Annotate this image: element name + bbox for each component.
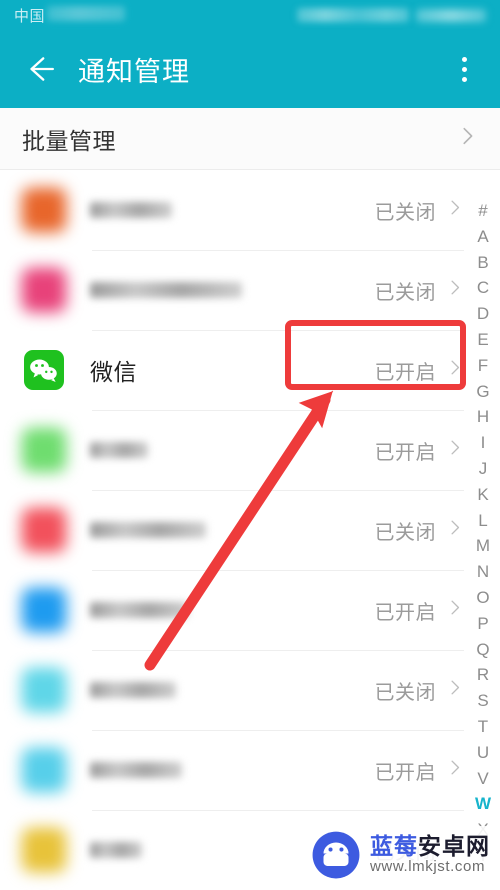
- back-arrow-icon[interactable]: [22, 52, 56, 86]
- alpha-index-letter-f[interactable]: F: [478, 353, 488, 379]
- app-list-row[interactable]: 已关闭: [0, 170, 500, 250]
- battery-clock-blurred: [416, 8, 486, 22]
- site-watermark: 蓝莓安卓网 www.lmkjst.com: [305, 826, 494, 884]
- app-list-row[interactable]: 已开启: [0, 570, 500, 650]
- app-name-blurred: [90, 602, 188, 618]
- app-list-row[interactable]: 已关闭: [0, 250, 500, 330]
- app-name-blurred: [90, 522, 206, 538]
- chevron-right-icon: [445, 678, 464, 702]
- alpha-index-letter-k[interactable]: K: [477, 482, 488, 508]
- status-bar: 中国: [0, 0, 500, 30]
- chevron-right-icon: [456, 125, 478, 152]
- chevron-right-icon: [445, 198, 464, 222]
- more-vertical-icon[interactable]: [450, 52, 478, 86]
- alpha-index-letter-r[interactable]: R: [477, 662, 489, 688]
- batch-management-row[interactable]: 批量管理: [0, 108, 500, 170]
- app-icon: [21, 587, 67, 633]
- alpha-index-letter-c[interactable]: C: [477, 275, 489, 301]
- chevron-right-icon: [445, 518, 464, 542]
- app-name-blurred: [90, 682, 176, 698]
- alpha-index-letter-v[interactable]: V: [477, 766, 488, 792]
- status-badge: 已关闭: [374, 521, 436, 544]
- alpha-index-letter-s[interactable]: S: [477, 688, 488, 714]
- app-name-blurred: [90, 282, 242, 298]
- app-list-row[interactable]: 已开启: [0, 410, 500, 490]
- status-bar-left: 中国: [14, 6, 126, 25]
- batch-management-label: 批量管理: [22, 127, 116, 154]
- alpha-index-letter-q[interactable]: Q: [476, 637, 489, 663]
- app-icon: [21, 427, 67, 473]
- alpha-index-letter-b[interactable]: B: [477, 250, 488, 276]
- chevron-right-icon: [445, 278, 464, 302]
- alpha-index-letter-n[interactable]: N: [477, 559, 489, 585]
- status-badge: 已关闭: [374, 201, 436, 224]
- app-list-row[interactable]: 已关闭: [0, 490, 500, 570]
- app-name-blurred: [90, 842, 142, 858]
- app-list-row[interactable]: 已关闭: [0, 650, 500, 730]
- alpha-index-letter-hash[interactable]: #: [478, 198, 487, 224]
- alpha-index-letter-i[interactable]: I: [481, 430, 486, 456]
- app-icon: [21, 667, 67, 713]
- app-name-blurred: [90, 442, 148, 458]
- app-name-blurred: [90, 762, 182, 778]
- chevron-right-icon: [445, 758, 464, 782]
- chevron-right-icon: [445, 358, 464, 382]
- alpha-index-letter-w[interactable]: W: [475, 791, 491, 817]
- app-icon: [21, 267, 67, 313]
- app-list-row[interactable]: 微信 已开启: [0, 330, 500, 410]
- alpha-index-letter-u[interactable]: U: [477, 740, 489, 766]
- alphabet-index-bar[interactable]: #ABCDEFGHIJKLMNOPQRSTUVWXY: [466, 198, 500, 865]
- alpha-index-letter-d[interactable]: D: [477, 301, 489, 327]
- watermark-text: 蓝莓安卓网 www.lmkjst.com: [370, 834, 490, 876]
- phone-screen: 中国 通知管理 批量管理 已关闭 已关闭 微信 已开启 已开启 已关闭 已开启 已关: [0, 0, 500, 890]
- app-icon: [21, 747, 67, 793]
- status-badge: 已开启: [374, 761, 436, 784]
- alpha-index-letter-g[interactable]: G: [476, 379, 489, 405]
- watermark-title-part1: 蓝莓: [370, 833, 418, 860]
- app-icon: [21, 827, 67, 873]
- chevron-right-icon: [445, 438, 464, 462]
- watermark-url: www.lmkjst.com: [370, 858, 486, 876]
- status-badge: 已开启: [374, 601, 436, 624]
- status-badge: 已开启: [374, 441, 436, 464]
- blueberry-android-logo-icon: [312, 831, 360, 879]
- carrier-blurred-text: [47, 6, 126, 21]
- watermark-title-part2: 安卓网: [418, 833, 490, 860]
- wechat-icon: [24, 350, 64, 390]
- status-bar-right: [297, 8, 486, 22]
- status-badge: 已关闭: [374, 281, 436, 304]
- status-badge: 已开启: [374, 361, 436, 384]
- chevron-right-icon: [445, 598, 464, 622]
- app-icon: [21, 507, 67, 553]
- app-bar: 通知管理: [0, 30, 500, 108]
- alpha-index-letter-m[interactable]: M: [476, 533, 490, 559]
- alpha-index-letter-p[interactable]: P: [477, 611, 488, 637]
- page-title: 通知管理: [78, 56, 190, 87]
- alpha-index-letter-o[interactable]: O: [476, 585, 489, 611]
- watermark-title: 蓝莓安卓网: [370, 834, 490, 858]
- app-name-label: 微信: [90, 359, 137, 385]
- alpha-index-letter-e[interactable]: E: [477, 327, 488, 353]
- status-icons-blurred: [297, 8, 409, 22]
- app-icon: [21, 187, 67, 233]
- app-name-blurred: [90, 202, 172, 218]
- alpha-index-letter-j[interactable]: J: [479, 456, 488, 482]
- carrier-label: 中国: [14, 8, 46, 25]
- alpha-index-letter-a[interactable]: A: [477, 224, 488, 250]
- alpha-index-letter-t[interactable]: T: [478, 714, 488, 740]
- app-list-row[interactable]: 已开启: [0, 730, 500, 810]
- app-notification-list[interactable]: 已关闭已关闭微信已开启已开启已关闭已开启已关闭已开启已关闭: [0, 170, 500, 890]
- alpha-index-letter-h[interactable]: H: [477, 404, 489, 430]
- alpha-index-letter-l[interactable]: L: [478, 508, 487, 534]
- status-badge: 已关闭: [374, 681, 436, 704]
